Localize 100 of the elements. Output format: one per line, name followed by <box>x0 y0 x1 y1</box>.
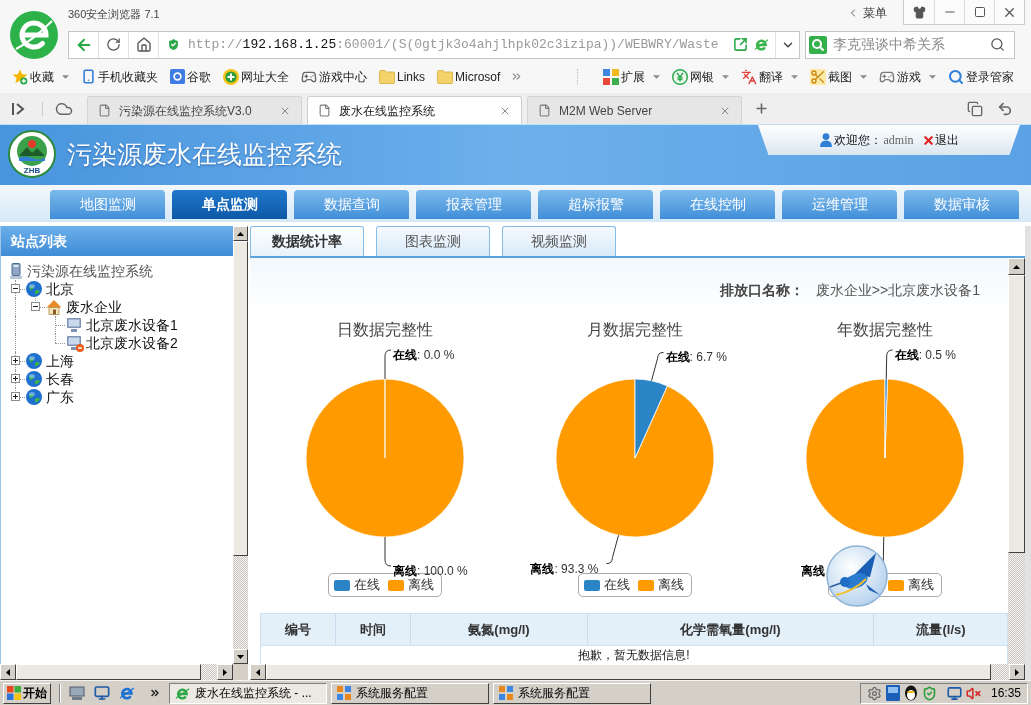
desktop-icon[interactable] <box>69 685 85 701</box>
menu-button[interactable]: 菜单 <box>843 2 891 24</box>
monitor-icon[interactable] <box>94 685 110 701</box>
bookmark-item[interactable]: 游戏中心 <box>301 67 367 86</box>
browser-tab[interactable]: M2M Web Server <box>527 96 742 124</box>
bookmark-item[interactable]: 网址大全 <box>223 67 289 86</box>
tree-item[interactable]: 北京废水设备2 <box>86 334 178 352</box>
minus-box-icon[interactable] <box>11 284 20 293</box>
search-field[interactable]: 李克强谈中希关系 <box>833 34 983 55</box>
chart-title: 日数据完整性 <box>337 320 433 340</box>
content-tab[interactable]: 图表监测 <box>376 226 490 256</box>
penguin-icon[interactable] <box>904 685 918 701</box>
toolbar-item[interactable]: 游戏 <box>879 67 936 86</box>
toolbar-item[interactable]: 翻译 <box>741 67 798 86</box>
search-box[interactable]: 李克强谈中希关系 <box>805 30 1015 59</box>
leader-line <box>384 536 392 567</box>
nav-tab[interactable]: 单点监测 <box>172 190 287 219</box>
scroll-up-button[interactable] <box>1008 258 1025 275</box>
bird-icon[interactable] <box>826 545 888 607</box>
bookmark-item[interactable]: Links <box>379 67 425 86</box>
welcome-text: 欢迎您： <box>833 132 882 149</box>
vertical-scrollbar[interactable] <box>233 226 248 664</box>
ring-tile-icon <box>170 69 185 84</box>
browser-logo-icon[interactable] <box>10 11 58 59</box>
scroll-left-button[interactable] <box>250 664 266 680</box>
browser-tab[interactable]: 污染源在线监控系统V3.0 <box>87 96 302 124</box>
tree-item[interactable]: 长春 <box>46 370 74 388</box>
toolbar-item[interactable]: 网银 <box>672 67 729 86</box>
pie-slice[interactable] <box>555 378 715 538</box>
tree-item[interactable]: 上海 <box>46 352 74 370</box>
toolbar-item[interactable]: 扩展 <box>603 67 660 86</box>
e-logo-icon[interactable] <box>754 37 769 52</box>
plus-box-icon[interactable] <box>11 392 20 401</box>
taskbar-item[interactable]: 系统服务配置 <box>493 682 651 704</box>
monitor-icon[interactable] <box>947 685 962 701</box>
scroll-right-button[interactable] <box>1009 664 1025 680</box>
legend-label[interactable]: 离线 <box>658 577 684 593</box>
triangle-up-icon <box>1013 264 1020 269</box>
taskbar-item[interactable]: 系统服务配置 <box>331 682 489 704</box>
search-icon[interactable] <box>990 37 1005 52</box>
volume-muted-icon[interactable] <box>966 685 981 701</box>
column-header: 化学需氧量(mg/l) <box>588 614 874 645</box>
monitor-icon <box>66 317 82 333</box>
column-header: 氨氮(mg/l) <box>411 614 588 645</box>
page-icon <box>538 104 551 117</box>
tree-item[interactable]: 北京废水设备1 <box>86 316 178 334</box>
bookmark-item[interactable]: 谷歌 <box>170 67 211 86</box>
scrollbar-thumb[interactable] <box>233 241 248 556</box>
app-tile-icon[interactable] <box>886 685 900 701</box>
overlapping-squares-icon[interactable] <box>967 100 983 117</box>
server-icon <box>9 263 23 279</box>
browser-tab[interactable]: 废水在线监控系统 <box>307 96 522 124</box>
toolbar-item[interactable]: 登录管家 <box>948 67 1014 86</box>
leader-line <box>384 349 392 380</box>
scroll-left-button[interactable] <box>0 664 16 680</box>
scrollbar-thumb[interactable] <box>1008 275 1025 553</box>
vertical-scrollbar[interactable] <box>1008 258 1025 664</box>
share-icon[interactable] <box>733 37 748 52</box>
bookmark-item[interactable]: 手机收藏夹 <box>81 67 158 86</box>
scroll-right-button[interactable] <box>217 664 233 680</box>
gear-icon[interactable] <box>867 685 882 701</box>
search-engine-icon[interactable] <box>809 35 827 54</box>
chart-title: 月数据完整性 <box>587 320 683 340</box>
url-field[interactable]: http://192.168.1.25:60001/(S(0gtjk3o4ahjlhpk02c3izipa))/WEBWRY/Waste <box>188 35 719 54</box>
minus-box-icon[interactable] <box>31 302 40 311</box>
legend-label[interactable]: 在线 <box>604 577 630 593</box>
plus-box-icon[interactable] <box>11 374 20 383</box>
leader-line <box>651 351 665 382</box>
content-tab[interactable]: 数据统计率 <box>250 226 364 256</box>
logo-emblem-icon <box>8 130 56 178</box>
taskbar-item[interactable]: 废水在线监控系统 - ... <box>169 682 327 704</box>
tree-item[interactable]: 北京 <box>46 280 74 298</box>
legend-label[interactable]: 在线 <box>354 577 380 593</box>
scroll-down-button[interactable] <box>233 649 248 664</box>
e-logo-icon[interactable] <box>119 685 135 701</box>
plus-box-icon[interactable] <box>11 356 20 365</box>
chevrons-right-icon[interactable] <box>149 687 161 699</box>
sidebar-toggle-icon[interactable] <box>12 102 26 115</box>
pie-slice[interactable] <box>884 378 888 459</box>
legend-label[interactable]: 离线 <box>908 577 934 593</box>
bookmark-item[interactable]: 收藏 <box>12 67 69 86</box>
start-button[interactable]: 开始 <box>3 682 51 704</box>
tree-item[interactable]: 广东 <box>46 388 74 406</box>
logout-link[interactable]: 退出 <box>921 131 959 149</box>
scroll-up-button[interactable] <box>233 226 248 241</box>
tree-item[interactable]: 污染源在线监控系统 <box>27 262 153 280</box>
clock: 16:35 <box>990 685 1021 702</box>
horizontal-scrollbar[interactable] <box>0 664 233 680</box>
data-label: 在线: 0.0 % <box>393 348 455 362</box>
bookmark-item[interactable]: Microsof <box>437 67 501 86</box>
data-label: 在线: 0.5 % <box>894 348 957 362</box>
refresh-icon <box>106 37 121 52</box>
legend-label[interactable]: 离线 <box>408 577 434 593</box>
undo-icon[interactable] <box>997 100 1013 117</box>
pie-slice[interactable] <box>634 378 668 459</box>
toolbar-item[interactable]: 截图 <box>810 67 867 86</box>
tree-item[interactable]: 废水企业 <box>66 298 122 316</box>
scrollbar-thumb[interactable] <box>16 664 201 680</box>
scissors-icon <box>810 68 826 85</box>
content-tab[interactable]: 视频监测 <box>502 226 616 256</box>
